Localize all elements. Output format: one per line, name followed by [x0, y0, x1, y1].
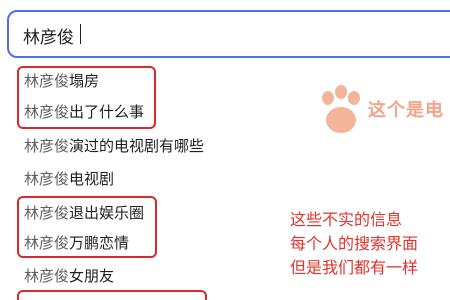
paw-icon: [322, 85, 360, 133]
watermark: 这个是电: [318, 84, 450, 144]
highlight-box-1: [17, 66, 156, 129]
suggestion-item[interactable]: 林彦俊女朋友: [24, 263, 114, 289]
annotation-line: 每个人的搜索界面: [290, 234, 419, 253]
search-query-text: 林彦俊: [23, 28, 74, 48]
highlight-box-2: [17, 196, 157, 258]
annotation-line: 这些不实的信息: [290, 210, 403, 229]
search-suggestion-screen: 林彦俊 林彦俊塌房 林彦俊出了什么事 林彦俊演过的电视剧有哪些 林彦俊电视剧 林…: [0, 0, 450, 300]
suggestion-prefix: 林彦俊: [24, 137, 70, 155]
suggestion-text: 女朋友: [69, 267, 115, 285]
text-caret: [80, 24, 81, 44]
suggestion-item[interactable]: 林彦俊电视剧: [24, 166, 114, 192]
annotation-text: 这些不实的信息 每个人的搜索界面 但是我们都有一样: [290, 208, 450, 280]
suggestion-prefix: 林彦俊: [24, 267, 70, 285]
suggestion-text: 演过的电视剧有哪些: [69, 137, 205, 155]
suggestion-item[interactable]: 林彦俊演过的电视剧有哪些: [24, 133, 204, 159]
suggestion-prefix: 林彦俊: [24, 170, 70, 188]
annotation-line: 但是我们都有一样: [290, 258, 419, 277]
suggestion-text: 电视剧: [69, 170, 115, 188]
watermark-text: 这个是电: [368, 100, 444, 121]
highlight-box-3: [17, 290, 207, 300]
search-input[interactable]: 林彦俊: [7, 10, 450, 58]
